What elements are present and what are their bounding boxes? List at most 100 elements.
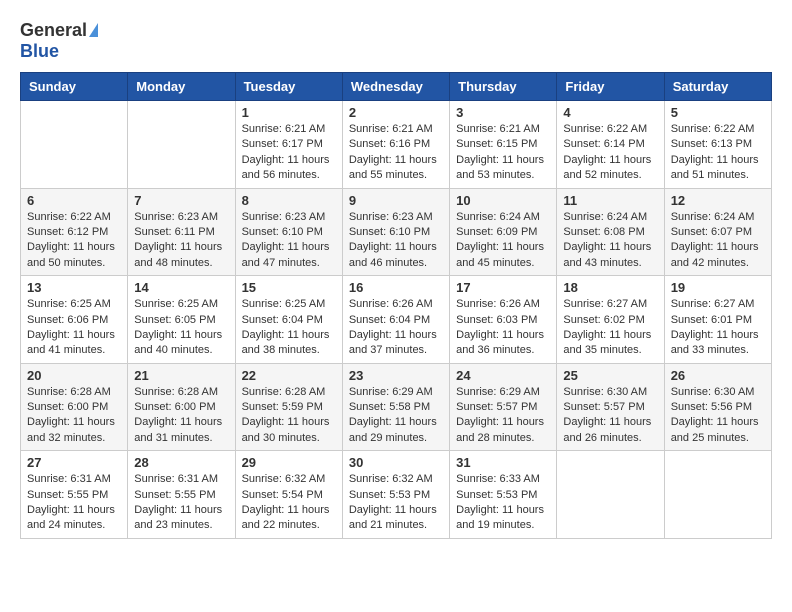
calendar-cell: 17 Sunrise: 6:26 AM Sunset: 6:03 PM Dayli… xyxy=(450,276,557,364)
calendar-cell: 23 Sunrise: 6:29 AM Sunset: 5:58 PM Dayli… xyxy=(342,363,449,451)
calendar-cell xyxy=(21,101,128,189)
day-number: 8 xyxy=(242,193,336,208)
calendar-cell: 12Sunrise: 6:24 AM Sunset: 6:07 PM Dayli… xyxy=(664,188,771,276)
day-info: Sunrise: 6:29 AM Sunset: 5:57 PM Dayligh… xyxy=(456,385,550,447)
calendar-cell: 10 Sunrise: 6:24 AM Sunset: 6:09 PM Dayli… xyxy=(450,188,557,276)
day-number: 2 xyxy=(349,105,443,120)
calendar-cell: 20 Sunrise: 6:28 AM Sunset: 6:00 PM Dayli… xyxy=(21,363,128,451)
day-number: 1 xyxy=(242,105,336,120)
day-info: Sunrise: 6:24 AM Sunset: 6:09 PM Dayligh… xyxy=(456,210,550,272)
day-info: Sunrise: 6:24 AM Sunset: 6:08 PM Dayligh… xyxy=(563,210,657,272)
day-info: Sunrise: 6:26 AM Sunset: 6:03 PM Dayligh… xyxy=(456,297,550,359)
day-info: Sunrise: 6:29 AM Sunset: 5:58 PM Dayligh… xyxy=(349,385,443,447)
header-day: Saturday xyxy=(664,73,771,101)
day-info: Sunrise: 6:28 AM Sunset: 6:00 PM Dayligh… xyxy=(134,385,228,447)
day-number: 17 xyxy=(456,280,550,295)
header-day: Tuesday xyxy=(235,73,342,101)
day-number: 28 xyxy=(134,455,228,470)
calendar-cell: 31 Sunrise: 6:33 AM Sunset: 5:53 PM Dayli… xyxy=(450,451,557,539)
day-info: Sunrise: 6:23 AM Sunset: 6:11 PM Dayligh… xyxy=(134,210,228,272)
day-info: Sunrise: 6:25 AM Sunset: 6:06 PM Dayligh… xyxy=(27,297,121,359)
calendar-cell xyxy=(557,451,664,539)
day-info: Sunrise: 6:32 AM Sunset: 5:53 PM Dayligh… xyxy=(349,472,443,534)
day-info: Sunrise: 6:32 AM Sunset: 5:54 PM Dayligh… xyxy=(242,472,336,534)
day-number: 11 xyxy=(563,193,657,208)
header-day: Thursday xyxy=(450,73,557,101)
calendar-cell: 7 Sunrise: 6:23 AM Sunset: 6:11 PM Daylig… xyxy=(128,188,235,276)
calendar-cell: 25 Sunrise: 6:30 AM Sunset: 5:57 PM Dayli… xyxy=(557,363,664,451)
calendar-cell: 29 Sunrise: 6:32 AM Sunset: 5:54 PM Dayli… xyxy=(235,451,342,539)
calendar-cell: 18 Sunrise: 6:27 AM Sunset: 6:02 PM Dayli… xyxy=(557,276,664,364)
calendar-cell: 11 Sunrise: 6:24 AM Sunset: 6:08 PM Dayli… xyxy=(557,188,664,276)
day-number: 26 xyxy=(671,368,765,383)
day-info: Sunrise: 6:21 AM Sunset: 6:16 PM Dayligh… xyxy=(349,122,443,184)
calendar-cell: 16Sunrise: 6:26 AM Sunset: 6:04 PM Dayli… xyxy=(342,276,449,364)
day-info: Sunrise: 6:31 AM Sunset: 5:55 PM Dayligh… xyxy=(27,472,121,534)
header-day: Monday xyxy=(128,73,235,101)
logo-blue: Blue xyxy=(20,41,59,61)
calendar-cell: 15Sunrise: 6:25 AM Sunset: 6:04 PM Dayli… xyxy=(235,276,342,364)
calendar-cell: 24 Sunrise: 6:29 AM Sunset: 5:57 PM Dayli… xyxy=(450,363,557,451)
header-row: SundayMondayTuesdayWednesdayThursdayFrid… xyxy=(21,73,772,101)
day-number: 4 xyxy=(563,105,657,120)
day-info: Sunrise: 6:28 AM Sunset: 6:00 PM Dayligh… xyxy=(27,385,121,447)
calendar-cell: 9 Sunrise: 6:23 AM Sunset: 6:10 PM Daylig… xyxy=(342,188,449,276)
day-number: 21 xyxy=(134,368,228,383)
day-number: 14 xyxy=(134,280,228,295)
header-day: Sunday xyxy=(21,73,128,101)
day-info: Sunrise: 6:27 AM Sunset: 6:02 PM Dayligh… xyxy=(563,297,657,359)
week-row: 1 Sunrise: 6:21 AM Sunset: 6:17 PM Daylig… xyxy=(21,101,772,189)
day-number: 18 xyxy=(563,280,657,295)
day-info: Sunrise: 6:30 AM Sunset: 5:57 PM Dayligh… xyxy=(563,385,657,447)
day-number: 25 xyxy=(563,368,657,383)
day-info: Sunrise: 6:26 AM Sunset: 6:04 PM Dayligh… xyxy=(349,297,443,359)
calendar-cell: 6 Sunrise: 6:22 AM Sunset: 6:12 PM Daylig… xyxy=(21,188,128,276)
calendar-cell: 13Sunrise: 6:25 AM Sunset: 6:06 PM Dayli… xyxy=(21,276,128,364)
calendar-cell xyxy=(128,101,235,189)
day-number: 24 xyxy=(456,368,550,383)
calendar-cell: 5Sunrise: 6:22 AM Sunset: 6:13 PM Daylig… xyxy=(664,101,771,189)
day-info: Sunrise: 6:28 AM Sunset: 5:59 PM Dayligh… xyxy=(242,385,336,447)
calendar-cell: 1 Sunrise: 6:21 AM Sunset: 6:17 PM Daylig… xyxy=(235,101,342,189)
day-info: Sunrise: 6:22 AM Sunset: 6:14 PM Dayligh… xyxy=(563,122,657,184)
logo-general: General xyxy=(20,20,87,41)
calendar-cell: 19 Sunrise: 6:27 AM Sunset: 6:01 PM Dayli… xyxy=(664,276,771,364)
day-number: 23 xyxy=(349,368,443,383)
day-number: 30 xyxy=(349,455,443,470)
day-info: Sunrise: 6:25 AM Sunset: 6:05 PM Dayligh… xyxy=(134,297,228,359)
day-number: 6 xyxy=(27,193,121,208)
day-number: 20 xyxy=(27,368,121,383)
day-number: 7 xyxy=(134,193,228,208)
day-number: 29 xyxy=(242,455,336,470)
day-info: Sunrise: 6:23 AM Sunset: 6:10 PM Dayligh… xyxy=(349,210,443,272)
calendar-table: SundayMondayTuesdayWednesdayThursdayFrid… xyxy=(20,72,772,539)
day-info: Sunrise: 6:21 AM Sunset: 6:15 PM Dayligh… xyxy=(456,122,550,184)
week-row: 6 Sunrise: 6:22 AM Sunset: 6:12 PM Daylig… xyxy=(21,188,772,276)
day-info: Sunrise: 6:22 AM Sunset: 6:12 PM Dayligh… xyxy=(27,210,121,272)
day-number: 3 xyxy=(456,105,550,120)
calendar-cell: 28Sunrise: 6:31 AM Sunset: 5:55 PM Dayli… xyxy=(128,451,235,539)
day-info: Sunrise: 6:27 AM Sunset: 6:01 PM Dayligh… xyxy=(671,297,765,359)
day-info: Sunrise: 6:33 AM Sunset: 5:53 PM Dayligh… xyxy=(456,472,550,534)
day-number: 22 xyxy=(242,368,336,383)
day-number: 5 xyxy=(671,105,765,120)
calendar-cell: 22 Sunrise: 6:28 AM Sunset: 5:59 PM Dayli… xyxy=(235,363,342,451)
week-row: 20 Sunrise: 6:28 AM Sunset: 6:00 PM Dayli… xyxy=(21,363,772,451)
calendar-cell: 14 Sunrise: 6:25 AM Sunset: 6:05 PM Dayli… xyxy=(128,276,235,364)
calendar-cell: 8 Sunrise: 6:23 AM Sunset: 6:10 PM Daylig… xyxy=(235,188,342,276)
day-number: 19 xyxy=(671,280,765,295)
day-number: 31 xyxy=(456,455,550,470)
header: General Blue xyxy=(20,20,772,62)
logo: General Blue xyxy=(20,20,98,62)
logo-triangle-icon xyxy=(89,23,98,37)
day-number: 15 xyxy=(242,280,336,295)
calendar-cell xyxy=(664,451,771,539)
calendar-cell: 3 Sunrise: 6:21 AM Sunset: 6:15 PM Daylig… xyxy=(450,101,557,189)
day-info: Sunrise: 6:21 AM Sunset: 6:17 PM Dayligh… xyxy=(242,122,336,184)
header-day: Wednesday xyxy=(342,73,449,101)
day-number: 9 xyxy=(349,193,443,208)
day-number: 10 xyxy=(456,193,550,208)
week-row: 27Sunrise: 6:31 AM Sunset: 5:55 PM Dayli… xyxy=(21,451,772,539)
calendar-cell: 2 Sunrise: 6:21 AM Sunset: 6:16 PM Daylig… xyxy=(342,101,449,189)
day-info: Sunrise: 6:23 AM Sunset: 6:10 PM Dayligh… xyxy=(242,210,336,272)
